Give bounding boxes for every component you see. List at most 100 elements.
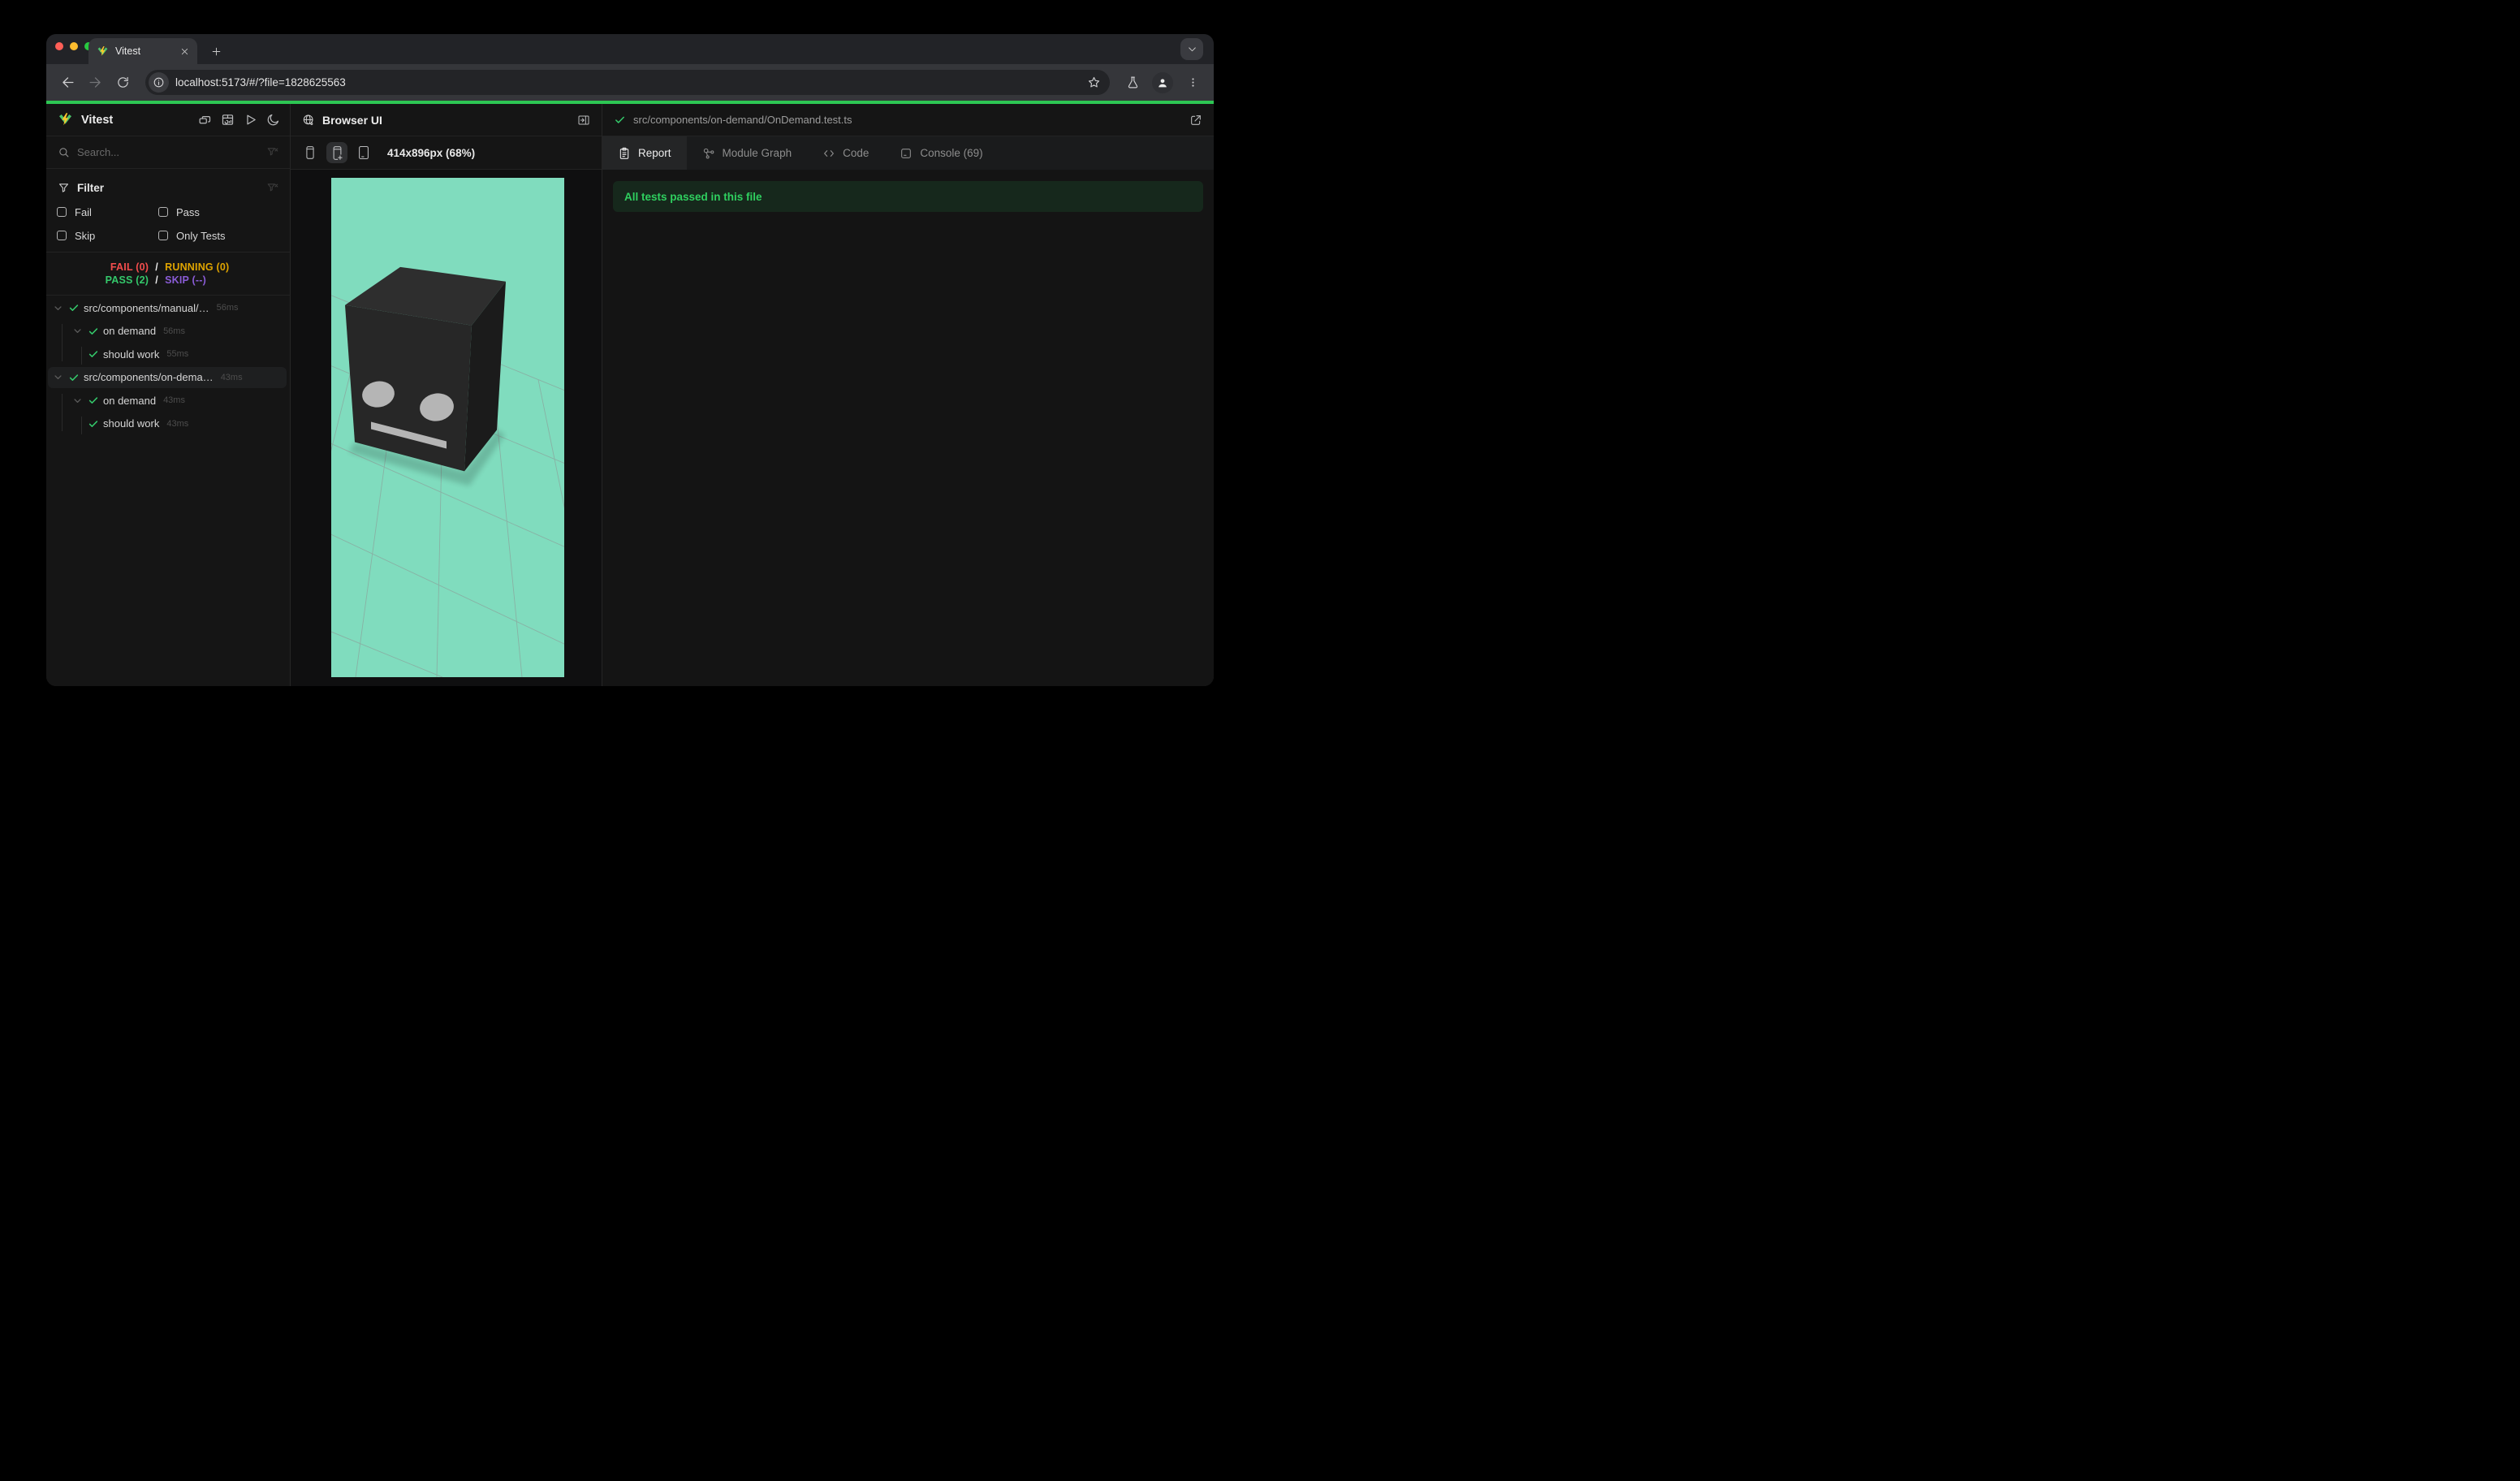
filter-title: Filter (77, 181, 105, 194)
flask-icon[interactable] (1121, 71, 1144, 94)
tree-item-label: src/components/manual/… (84, 301, 209, 314)
minimize-window-button[interactable] (70, 42, 78, 50)
stacked-windows-icon[interactable] (198, 113, 212, 127)
tab-module-graph[interactable]: Module Graph (687, 136, 808, 170)
tree-item-label: should work (103, 348, 160, 361)
search-icon (59, 148, 69, 158)
status-line-1: FAIL (0) / RUNNING (0) (46, 261, 290, 273)
report-file-header: src/components/on-demand/OnDemand.test.t… (602, 104, 1214, 136)
tab-label: Report (638, 147, 671, 159)
kebab-menu-icon[interactable] (1181, 71, 1204, 94)
tree-item-label: on demand (103, 394, 157, 407)
device-tablet-icon[interactable] (353, 142, 374, 163)
globe-icon (303, 114, 313, 125)
browser-ui-panel: Browser UI 414x896px (68%) (291, 104, 602, 686)
filter-section: Filter Fail Pass Skip Only Tests (46, 169, 290, 253)
filter-checkbox-fail[interactable]: Fail (57, 204, 158, 220)
checkbox[interactable] (158, 231, 168, 240)
new-tab-button[interactable] (205, 41, 227, 62)
tab-label: Module Graph (722, 147, 792, 159)
tree-row[interactable]: src/components/on-dema… 43ms (46, 366, 290, 390)
external-link-icon[interactable] (1189, 114, 1202, 127)
browser-tab[interactable]: Vitest (88, 38, 197, 64)
close-window-button[interactable] (55, 42, 63, 50)
viewport-size-label[interactable]: 414x896px (68%) (387, 147, 475, 159)
test-file-path: src/components/on-demand/OnDemand.test.t… (633, 114, 852, 126)
pass-check-icon (88, 326, 99, 337)
status-separator: / (155, 261, 158, 273)
checkbox[interactable] (57, 231, 67, 240)
pass-check-icon (68, 302, 80, 313)
url-bar[interactable]: localhost:5173/#/?file=1828625563 (145, 70, 1110, 95)
chevron-down-icon[interactable] (52, 371, 64, 383)
site-info-icon[interactable] (149, 72, 169, 93)
url-text[interactable]: localhost:5173/#/?file=1828625563 (175, 76, 1084, 89)
tree-row[interactable]: should work 55ms (46, 343, 290, 366)
back-arrow-icon[interactable] (56, 71, 79, 94)
chevron-down-icon[interactable] (52, 302, 64, 314)
pass-check-icon (88, 418, 99, 430)
filter-checkbox-skip[interactable]: Skip (57, 227, 158, 244)
tree-row[interactable]: on demand 43ms (46, 389, 290, 412)
chevron-down-icon[interactable] (71, 395, 84, 407)
checkbox-label: Skip (75, 229, 96, 242)
vitest-app: Vitest Search... Filter Fail Pass Skip O… (46, 104, 1214, 686)
browser-ui-header: Browser UI (291, 104, 602, 136)
report-tab-bar: Report Module Graph Code Console (69) (602, 136, 1214, 170)
run-all-play-icon[interactable] (244, 113, 257, 127)
tree-item-duration: 55ms (166, 349, 189, 360)
clear-filter-icon[interactable] (266, 182, 278, 194)
tab-report[interactable]: Report (602, 136, 687, 170)
tree-item-duration: 56ms (216, 303, 239, 313)
report-panel: src/components/on-demand/OnDemand.test.t… (602, 104, 1214, 686)
device-toolbar: 414x896px (68%) (291, 136, 602, 170)
profile-avatar-icon[interactable] (1152, 71, 1173, 93)
reload-icon[interactable] (111, 71, 134, 94)
device-phone-add-icon[interactable] (326, 142, 347, 163)
dock-panel-right-icon[interactable] (577, 114, 590, 127)
app-title: Vitest (81, 113, 114, 127)
tab-search-chevron-icon[interactable] (1180, 38, 1203, 60)
banner-text: All tests passed in this file (624, 190, 762, 203)
filter-checkbox-only-tests[interactable]: Only Tests (158, 227, 290, 244)
tree-item-label: src/components/on-dema… (84, 371, 214, 384)
search-input[interactable]: Search... (77, 146, 259, 158)
tree-row[interactable]: src/components/manual/… 56ms (46, 296, 290, 320)
clear-filter-icon[interactable] (266, 146, 278, 158)
traffic-lights (55, 42, 93, 50)
pass-check-icon (88, 348, 99, 360)
browser-ui-title: Browser UI (322, 113, 382, 127)
device-phone-small-icon[interactable] (300, 142, 321, 163)
chevron-down-icon[interactable] (71, 325, 84, 337)
tab-code[interactable]: Code (807, 136, 884, 170)
checkbox[interactable] (57, 207, 67, 217)
tree-item-label: on demand (103, 325, 157, 338)
browser-toolbar: localhost:5173/#/?file=1828625563 (46, 64, 1214, 101)
status-line-2: PASS (2) / SKIP (--) (46, 274, 290, 286)
close-tab-icon[interactable] (178, 45, 191, 58)
bookmark-star-icon[interactable] (1084, 73, 1103, 93)
dark-mode-moon-icon[interactable] (266, 113, 280, 127)
tested-app-viewport[interactable] (331, 178, 564, 677)
filter-options: Fail Pass Skip Only Tests (46, 204, 290, 244)
dashboard-icon[interactable] (221, 113, 235, 127)
all-tests-passed-banner: All tests passed in this file (613, 181, 1203, 212)
filter-title-row: Filter (46, 176, 290, 199)
forward-arrow-icon[interactable] (84, 71, 106, 94)
sidebar-header: Vitest (46, 104, 290, 136)
filter-checkbox-pass[interactable]: Pass (158, 204, 290, 220)
tree-item-label: should work (103, 417, 160, 430)
checkbox[interactable] (158, 207, 168, 217)
tree-row[interactable]: should work 43ms (46, 412, 290, 436)
tab-strip: Vitest (46, 34, 1214, 64)
sidebar-header-actions (198, 113, 280, 127)
tree-item-duration: 43ms (163, 395, 185, 406)
search-bar[interactable]: Search... (46, 136, 290, 169)
tab-console[interactable]: Console (69) (884, 136, 998, 170)
module-graph-icon (703, 148, 714, 158)
running-count: RUNNING (0) (165, 261, 230, 273)
fail-count: FAIL (0) (110, 261, 149, 273)
pass-check-icon (68, 372, 80, 383)
tree-row[interactable]: on demand 56ms (46, 320, 290, 343)
tab-title: Vitest (115, 45, 141, 57)
